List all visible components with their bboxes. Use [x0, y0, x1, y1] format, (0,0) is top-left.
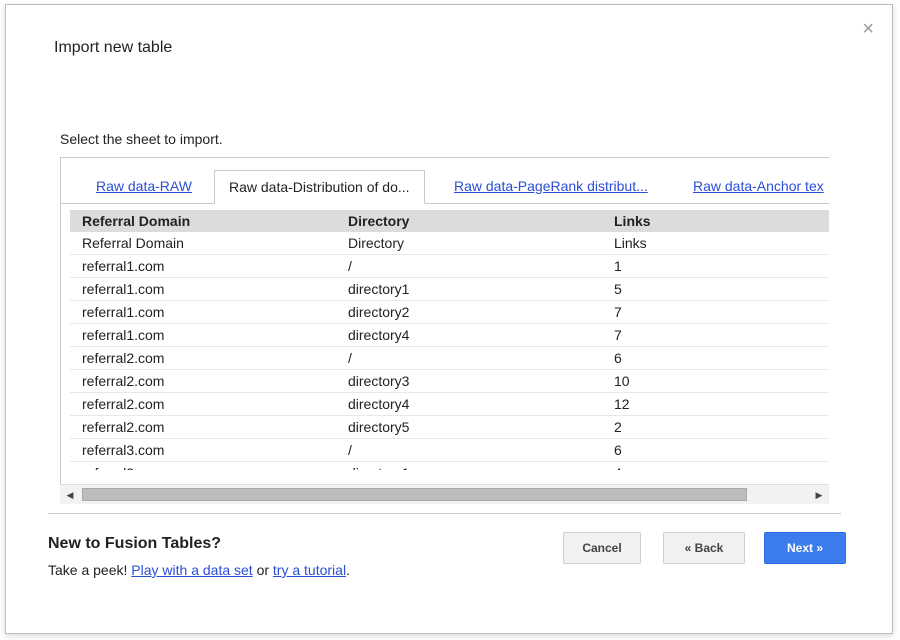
sheet-tabs: Raw data-RAW Raw data-Distribution of do… [61, 170, 829, 204]
table-row: referral2.com directory3 10 [70, 369, 829, 393]
table-row: referral2.com directory4 12 [70, 392, 829, 416]
table-cell: referral2.com [70, 392, 336, 416]
table-cell: Links [602, 232, 829, 255]
table-cell: 5 [602, 277, 829, 301]
table-cell: referral1.com [70, 300, 336, 324]
table-cell: 7 [602, 323, 829, 347]
table-cell: / [336, 438, 602, 462]
table-cell: directory5 [336, 415, 602, 439]
data-grid: Referral Domain Directory Links Referral… [70, 210, 829, 470]
table-row: referral1.com directory4 7 [70, 323, 829, 347]
peek-prefix: Take a peek! [48, 562, 132, 578]
table-cell: referral2.com [70, 346, 336, 370]
table-cell: directory1 [336, 277, 602, 301]
table-cell: directory1 [336, 461, 602, 470]
table-cell: Directory [336, 232, 602, 255]
tab-raw-data-distribution[interactable]: Raw data-Distribution of do... [214, 170, 425, 204]
tutorial-link[interactable]: try a tutorial [273, 562, 346, 578]
peek-mid: or [252, 562, 273, 578]
table-cell: referral2.com [70, 369, 336, 393]
horizontal-scrollbar[interactable]: ◀ ▶ [60, 484, 829, 504]
table-cell: referral1.com [70, 323, 336, 347]
table-cell: 10 [602, 369, 829, 393]
scrollbar-thumb[interactable] [82, 488, 747, 501]
new-to-fusion-heading: New to Fusion Tables? [48, 535, 222, 552]
table-cell: directory4 [336, 323, 602, 347]
table-cell: 2 [602, 415, 829, 439]
instruction-text: Select the sheet to import. [60, 131, 223, 147]
divider [48, 513, 841, 514]
table-cell: 4 [602, 461, 829, 470]
table-cell: 12 [602, 392, 829, 416]
cancel-button[interactable]: Cancel [563, 532, 641, 564]
table-cell: 1 [602, 254, 829, 278]
table-row: referral1.com/1 [70, 254, 829, 278]
next-button[interactable]: Next » [764, 532, 846, 564]
column-header: Directory [336, 210, 602, 232]
table-cell: directory2 [336, 300, 602, 324]
table-row: referral1.com directory2 7 [70, 300, 829, 324]
table-cell: referral1.com [70, 277, 336, 301]
peek-text: Take a peek! Play with a data set or try… [48, 562, 350, 578]
table-cell: referral1.com [70, 254, 336, 278]
tab-raw-data-raw[interactable]: Raw data-RAW [96, 170, 192, 203]
table-cell: 6 [602, 346, 829, 370]
table-row: referral2.com directory5 2 [70, 415, 829, 439]
table-cell: / [336, 346, 602, 370]
table-cell: referral2.com [70, 415, 336, 439]
table-cell: referral3.com [70, 461, 336, 470]
sheet-panel: Raw data-RAW Raw data-Distribution of do… [60, 157, 829, 504]
table-row: referral1.com directory1 5 [70, 277, 829, 301]
table-cell: directory4 [336, 392, 602, 416]
close-icon[interactable]: × [862, 19, 874, 39]
scroll-right-icon[interactable]: ▶ [812, 487, 826, 503]
tab-raw-data-anchor[interactable]: Raw data-Anchor tex [693, 170, 824, 203]
table-cell: referral3.com [70, 438, 336, 462]
scroll-left-icon[interactable]: ◀ [63, 487, 77, 503]
table-cell: Referral Domain [70, 232, 336, 255]
data-table: Referral Domain Directory Links Referral… [70, 210, 829, 470]
table-row: Referral Domain Directory Links [70, 232, 829, 255]
back-button[interactable]: « Back [663, 532, 745, 564]
play-dataset-link[interactable]: Play with a data set [131, 562, 252, 578]
table-cell: / [336, 254, 602, 278]
dialog-title: Import new table [54, 39, 173, 56]
peek-suffix: . [346, 562, 350, 578]
table-cell: 6 [602, 438, 829, 462]
column-header: Referral Domain [70, 210, 336, 232]
column-header: Links [602, 210, 829, 232]
tab-raw-data-pagerank[interactable]: Raw data-PageRank distribut... [454, 170, 648, 203]
table-cell: 7 [602, 300, 829, 324]
table-header-row: Referral Domain Directory Links [70, 210, 829, 232]
table-row: referral2.com/6 [70, 346, 829, 370]
table-cell: directory3 [336, 369, 602, 393]
table-row: referral3.com/6 [70, 438, 829, 462]
table-row: referral3.comdirectory14 [70, 461, 829, 470]
